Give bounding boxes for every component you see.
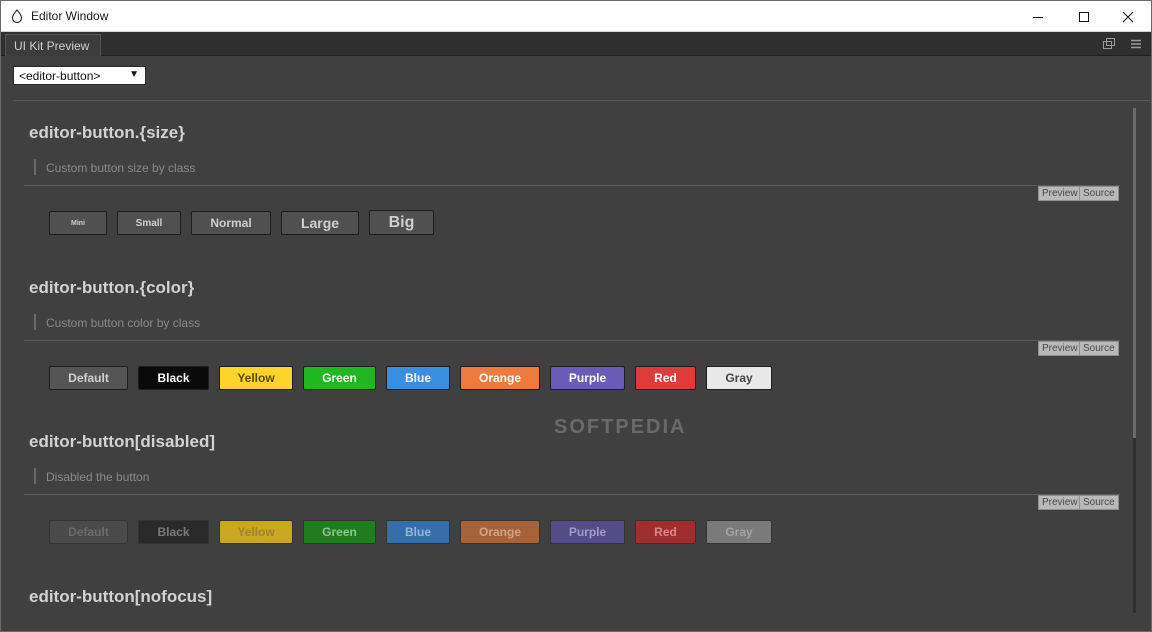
button-blue-disabled: Blue [386,520,450,544]
component-select[interactable]: <editor-button> ▼ [13,66,146,85]
section-title-color: editor-button.{color} [29,278,195,297]
button-orange-disabled: Orange [460,520,540,544]
app-drop-icon [11,9,23,23]
button-large[interactable]: Large [281,211,359,235]
window-title: Editor Window [31,9,109,23]
button-default-disabled: Default [49,520,128,544]
preview-tab[interactable]: Preview [1038,186,1082,201]
section-divider [24,340,1120,341]
section-desc-color: Custom button color by class [46,316,201,330]
title-bar: Editor Window [1,1,1151,32]
button-orange[interactable]: Orange [460,366,540,390]
button-purple[interactable]: Purple [550,366,625,390]
minimize-icon [1033,16,1043,18]
button-yellow[interactable]: Yellow [219,366,293,390]
divider [13,100,1150,101]
menu-icon[interactable] [1129,37,1143,51]
button-black-disabled: Black [138,520,209,544]
button-yellow-disabled: Yellow [219,520,293,544]
watermark: SOFTPEDIA [554,416,687,438]
tab-bar: UI Kit Preview [1,32,1151,56]
source-tab[interactable]: Source [1079,186,1119,201]
button-blue[interactable]: Blue [386,366,450,390]
section-divider [24,494,1120,495]
button-normal[interactable]: Normal [191,211,271,235]
source-tab[interactable]: Source [1079,495,1119,510]
section-divider [24,185,1120,186]
preview-tab[interactable]: Preview [1038,341,1082,356]
section-title-nofocus: editor-button[nofocus] [29,587,213,606]
editor-window: Editor Window UI Kit Preview <editor-but… [0,0,1152,632]
dropdown-arrow-icon: ▼ [129,69,139,80]
section-desc-size: Custom button size by class [46,161,196,175]
button-default[interactable]: Default [49,366,128,390]
popout-icon[interactable] [1102,37,1116,51]
section-title-disabled: editor-button[disabled] [29,432,216,451]
content-area: <editor-button> ▼ editor-button.{size} C… [1,56,1151,631]
button-green-disabled: Green [303,520,376,544]
close-button[interactable] [1105,1,1151,32]
button-mini[interactable]: Mini [49,211,107,235]
preview-tab[interactable]: Preview [1038,495,1082,510]
maximize-button[interactable] [1061,1,1107,32]
button-gray[interactable]: Gray [706,366,772,390]
button-red-disabled: Red [635,520,696,544]
desc-bar [34,468,36,484]
button-red[interactable]: Red [635,366,696,390]
section-desc-disabled: Disabled the button [46,470,150,484]
source-tab[interactable]: Source [1079,341,1119,356]
button-gray-disabled: Gray [706,520,772,544]
button-purple-disabled: Purple [550,520,625,544]
close-icon [1122,11,1134,22]
button-black[interactable]: Black [138,366,209,390]
desc-bar [34,159,36,175]
component-select-value: <editor-button> [19,69,101,83]
button-green[interactable]: Green [303,366,376,390]
section-title-size: editor-button.{size} [29,123,185,142]
maximize-icon [1079,11,1089,22]
scrollbar-thumb[interactable] [1133,108,1136,438]
button-big[interactable]: Big [369,210,434,235]
button-small[interactable]: Small [117,211,181,235]
tab-ui-kit-preview[interactable]: UI Kit Preview [5,34,101,56]
minimize-button[interactable] [1015,1,1061,32]
desc-bar [34,314,36,330]
